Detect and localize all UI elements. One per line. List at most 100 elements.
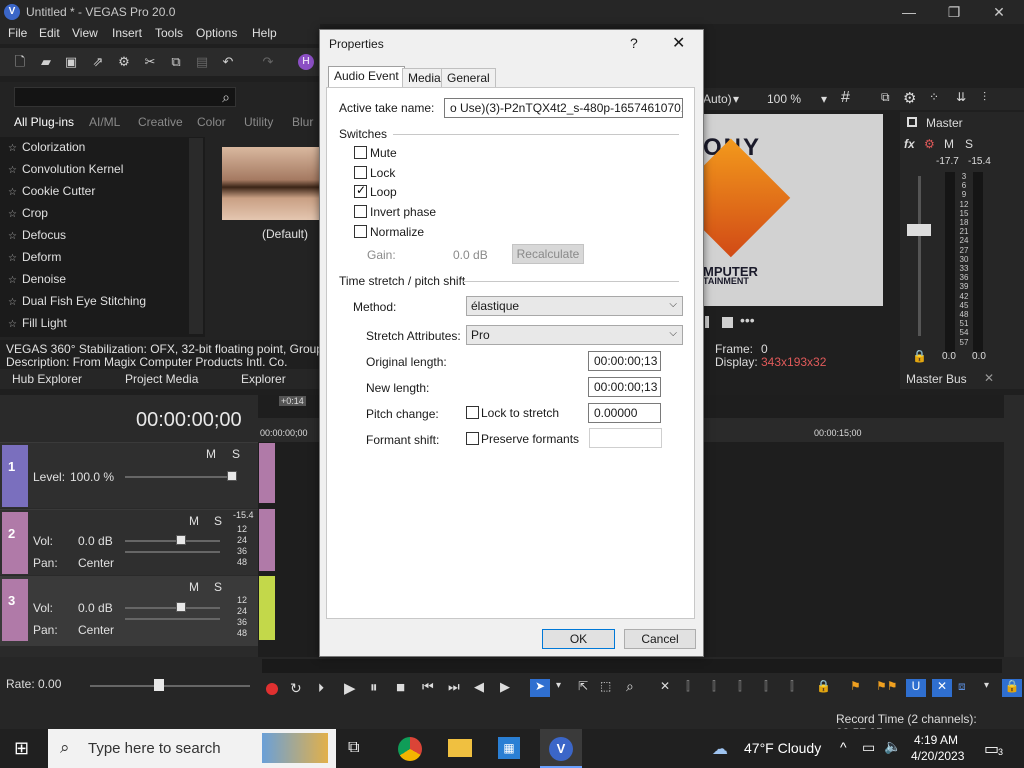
search-icon[interactable]: ⌕ [218,89,234,105]
volume-slider[interactable] [125,607,220,609]
stop-icon[interactable] [722,317,733,328]
undo-icon[interactable]: ↶ [220,54,236,70]
zoom-select[interactable]: 100 % [767,92,801,106]
mute-button[interactable]: M [944,137,954,151]
timecode-display[interactable]: 00:00:00;00 [136,409,242,432]
menu-edit[interactable]: Edit [39,26,60,40]
windows-start-icon[interactable]: ⊞ [14,738,29,759]
tab-utility[interactable]: Utility [244,115,273,129]
solo-button[interactable]: S [232,447,240,461]
mute-button[interactable]: M [206,447,216,461]
record-button[interactable] [266,683,278,695]
menu-file[interactable]: File [8,26,27,40]
paste-icon[interactable]: ▤ [194,54,210,70]
zoom-tool-icon[interactable]: ⌕ [626,678,634,695]
chevron-down-icon[interactable]: ▾ [984,680,989,691]
video-preview[interactable]: ONY MPUTER TAINMENT [703,114,883,306]
master-fader-track[interactable] [918,176,921,336]
list-item[interactable]: ☆ Dual Fish Eye Stitching [8,294,146,308]
menu-tools[interactable]: Tools [155,26,183,40]
copy-frame-icon[interactable]: ⧉ [881,90,890,105]
list-item[interactable]: ☆ Colorization [8,140,85,154]
tab-media[interactable]: Media [402,68,447,88]
stretch-attributes-select[interactable]: Pro ⌵ [466,325,683,345]
mixer-icon[interactable]: ⫶ [983,90,986,105]
audio-event-clip-selected[interactable] [259,576,275,640]
clock-date[interactable]: 4/20/2023 [911,749,964,763]
lock-envelopes-icon[interactable]: 🔒 [1002,679,1022,697]
settings-gear-icon[interactable]: ⚙ [903,89,916,107]
auto-crossfade-icon[interactable]: ✕ [932,679,952,697]
close-icon[interactable]: ✕ [672,33,685,53]
chevron-down-icon[interactable]: ▾ [556,680,561,691]
new-length-field[interactable]: 00:00:00;13 [588,377,661,397]
more-icon[interactable]: ••• [740,312,755,328]
trim-icon[interactable]: ⫿ [686,679,690,694]
method-select[interactable]: élastique ⌵ [466,296,683,316]
audio-track-header[interactable]: 3 M S Vol: 0.0 dB Pan: Center 12 24 36 48 [0,576,258,646]
taskbar-search-box[interactable]: ⌕ Type here to search [48,729,336,768]
list-item[interactable]: ☆ Cookie Cutter [8,184,95,198]
tab-creative[interactable]: Creative [138,115,183,129]
new-file-icon[interactable]: 🗋 [12,54,28,70]
invert-phase-checkbox[interactable] [354,205,367,218]
delete-icon[interactable]: ✕ [660,679,670,693]
minimize-button[interactable]: — [895,2,923,22]
plugin-list-scrollbar[interactable] [189,138,203,334]
recalculate-button[interactable]: Recalculate [512,244,584,264]
cut-icon[interactable]: ✂ [142,54,158,70]
settings-gear-icon[interactable]: ⚙ [116,54,132,70]
original-length-field[interactable]: 00:00:00;13 [588,351,661,371]
formant-shift-field[interactable] [589,428,662,448]
active-take-name-field[interactable]: o Use)(3)-P2nTQX4t2_s-480p-1657461070191 [444,98,683,118]
cancel-button[interactable]: Cancel [624,629,696,649]
save-icon[interactable]: ▣ [63,54,79,70]
trim-end-icon[interactable]: ⫿ [738,679,742,694]
maximize-button[interactable]: ❐ [940,2,968,22]
preview-quality-select[interactable]: Auto) [703,92,732,106]
list-item[interactable]: ☆ Fill Light [8,316,67,330]
lock-icon[interactable]: 🔒 [816,679,831,693]
video-event-clip[interactable] [259,443,275,503]
envelope-tool-icon[interactable]: ⇱ [578,679,588,693]
split-icon[interactable]: ⫿ [764,679,768,694]
lock-icon[interactable]: 🔒 [912,349,927,363]
audio-event-clip[interactable] [259,509,275,571]
master-checkbox[interactable] [907,117,917,127]
mute-button[interactable]: M [189,514,199,528]
audio-track-header[interactable]: 2 M S Vol: 0.0 dB Pan: Center -15.4 12 24… [0,509,258,575]
list-item[interactable]: ☆ Deform [8,250,61,264]
hub-icon[interactable]: H [298,54,314,70]
lock-checkbox[interactable] [354,166,367,179]
pause-icon[interactable] [705,316,709,328]
render-icon[interactable]: ⇗ [90,54,106,70]
tab-project-media[interactable]: Project Media [125,372,198,386]
normalize-checkbox[interactable] [354,225,367,238]
ok-button[interactable]: OK [542,629,615,649]
open-folder-icon[interactable]: ▰ [38,54,54,70]
list-item[interactable]: ☆ Convolution Kernel [8,162,123,176]
tab-color[interactable]: Color [197,115,226,129]
play-from-start-icon[interactable]: ⏵ [318,681,324,696]
trim-start-icon[interactable]: ⫿ [712,679,716,694]
level-slider[interactable] [125,476,235,478]
redo-icon[interactable]: ↷ [260,54,276,70]
volume-slider-thumb[interactable] [176,535,186,545]
volume-slider-thumb[interactable] [176,602,186,612]
tab-audio-event[interactable]: Audio Event [328,66,405,88]
level-slider-thumb[interactable] [227,471,237,481]
pause-icon[interactable]: ⏸ [370,679,378,696]
pan-slider[interactable] [125,618,220,620]
play-icon[interactable]: ▶ [344,679,356,697]
solo-button[interactable]: S [965,137,973,151]
tab-general[interactable]: General [441,68,496,88]
close-window-button[interactable]: ✕ [985,2,1013,22]
help-button[interactable]: ? [630,35,638,51]
task-view-icon[interactable]: ⧉ [348,739,359,757]
pitch-change-field[interactable]: 0.00000 [588,403,661,423]
loop-icon[interactable]: ↻ [290,680,302,697]
ripple-icon[interactable]: ⫿ [790,679,794,694]
menu-help[interactable]: Help [252,26,277,40]
copy-icon[interactable]: ⧉ [168,54,184,70]
dim-icon[interactable]: ⇊ [956,90,966,104]
